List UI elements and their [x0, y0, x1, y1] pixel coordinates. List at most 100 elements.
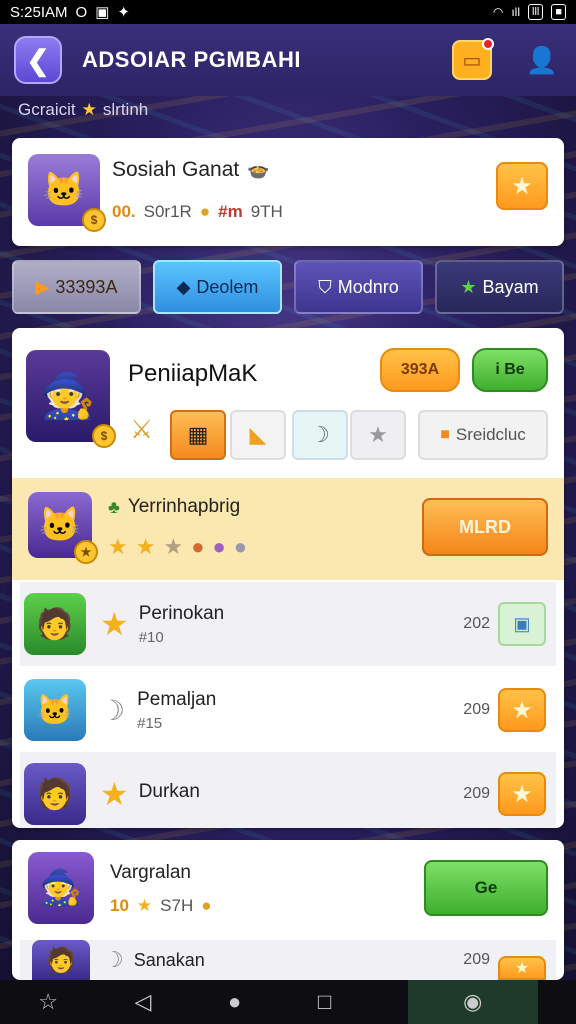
gem-icon: ◆	[176, 276, 191, 297]
featured-row[interactable]: 🐱 ★ ♣ Yerrinhapbrig ★ ★ ★ ● ● ● MLRD	[12, 478, 564, 580]
row-score: 209	[463, 951, 490, 968]
tab-bar: ▶ 33393A ◆ Deolem ⛉ Modnro ★ Bayam	[12, 260, 564, 314]
back-nav-icon[interactable]: ◁	[135, 989, 152, 1015]
profile-stat-3: 9TH	[250, 202, 283, 221]
bottom-green-button[interactable]: Ge	[424, 860, 548, 916]
row-sub: #15	[137, 714, 163, 732]
back-button[interactable]: ❮	[14, 36, 62, 84]
chest-icon: ▣	[513, 613, 531, 634]
app-nav-icon[interactable]: ◉	[407, 980, 538, 1024]
row-action-button[interactable]: ▣	[498, 602, 546, 646]
tab-1[interactable]: ▶ 33393A	[12, 260, 141, 314]
battery-icon: ■	[551, 4, 566, 20]
bottom-name: Vargralan	[110, 862, 191, 883]
jar-icon: ●	[233, 534, 248, 559]
wifi-icon: ◠	[492, 5, 504, 19]
list-item[interactable]: 🧑 ☽ Sanakan 209 ★	[20, 940, 556, 980]
notification-dot	[482, 38, 494, 50]
profile-button[interactable]: 👤	[522, 40, 562, 80]
box-icon: ■	[440, 426, 450, 443]
tab-3[interactable]: ⛉ Modnro	[294, 260, 423, 314]
clock: S:25IAM	[10, 3, 68, 21]
row-star-button[interactable]: ★	[498, 956, 546, 980]
star-icon: ★	[136, 896, 153, 915]
sword-icon[interactable]: ⚔	[130, 414, 153, 445]
row-avatar: 🧑	[32, 940, 90, 980]
home-nav-icon[interactable]: ●	[228, 989, 241, 1015]
star-nav-icon[interactable]: ☆	[38, 989, 58, 1015]
horns-icon: ☽	[310, 422, 330, 447]
profile-stat-2: #m	[218, 202, 243, 221]
horns-icon: ☽	[104, 947, 124, 972]
character-icon: 🧙	[40, 372, 96, 421]
profile-name: Sosiah Ganat	[112, 158, 240, 181]
chest-icon: ▦	[187, 422, 209, 447]
item-slot-chest[interactable]: ▦	[170, 410, 226, 460]
breadcrumb: Gcraicit ★ slrtinh	[18, 100, 148, 120]
star-icon: ★	[108, 534, 128, 559]
favorite-button[interactable]: ★	[496, 162, 548, 210]
cat-avatar-icon: 🐱	[42, 171, 86, 209]
profile-level: 00.	[112, 202, 136, 221]
breadcrumb-left[interactable]: Gcraicit	[18, 100, 76, 120]
star-icon: ★	[81, 100, 97, 119]
featured-button[interactable]: MLRD	[422, 498, 548, 556]
tab-4[interactable]: ★ Bayam	[435, 260, 564, 314]
item-slot-carrot[interactable]: ◣	[230, 410, 286, 460]
cat-avatar-icon: 🐱	[38, 506, 82, 544]
page-title: ADSOIAR PGMBAHI	[82, 47, 301, 72]
bottom-avatar[interactable]: 🧙	[28, 852, 94, 924]
list-item[interactable]: 🐱 ☽ Pemaljan #15 209 ★	[20, 668, 556, 752]
row-name: Sanakan	[133, 949, 205, 970]
hero-avatar-icon: 🧑	[36, 607, 74, 641]
tab-2[interactable]: ◆ Deolem	[153, 260, 282, 314]
notification-button[interactable]: ▭	[452, 38, 494, 80]
main-card: 🧙 $ PeniiapMaK 393A i Be ⚔ ▦ ◣ ☽ ★ ■ Sre…	[12, 328, 564, 828]
list-item[interactable]: 🧑 ★ Durkan 209 ★	[20, 752, 556, 828]
item-slot-horns[interactable]: ☽	[292, 410, 348, 460]
status-icon: ▣	[95, 4, 110, 21]
row-name: Perinokan	[138, 602, 225, 624]
action-button[interactable]: ■ Sreidcluc	[418, 410, 548, 460]
green-pill-label: i Be	[495, 361, 525, 378]
carrot-icon: ◣	[249, 422, 267, 447]
breadcrumb-right[interactable]: slrtinh	[103, 100, 148, 120]
star-icon: ★	[163, 534, 184, 559]
tab-label: Deolem	[196, 276, 259, 297]
item-slot-star[interactable]: ★	[350, 410, 406, 460]
bottom-card: 🧙 Vargralan 10 ★ S7H ● Ge 🧑 ☽ Sanakan 20…	[12, 840, 564, 980]
cat-avatar-icon: 🐱	[36, 693, 74, 727]
green-pill-button[interactable]: i Be	[472, 348, 548, 392]
coin-badge-icon: $	[82, 208, 106, 232]
sim-icon: lll	[528, 4, 544, 20]
list-item[interactable]: 🧑 ★ Perinokan #10 202 ▣	[20, 582, 556, 666]
row-score: 209	[463, 701, 490, 718]
status-bar: S:25IAM O ▣ ✦ ◠ ıll lll ■	[0, 0, 576, 24]
person-icon: 👤	[525, 44, 559, 75]
shield-icon: ⛉	[318, 276, 332, 297]
row-sub: #10	[138, 628, 164, 646]
row-avatar: 🐱	[24, 679, 86, 741]
row-name: Pemaljan	[137, 688, 217, 710]
action-label: Sreidcluc	[455, 425, 526, 444]
arrow-left-icon: ❮	[26, 44, 50, 76]
row-score: 209	[463, 785, 490, 802]
hero-avatar-icon: 🧑	[36, 777, 74, 811]
character-avatar[interactable]: 🧙 $	[26, 350, 116, 448]
row-avatar: 🧑	[24, 593, 86, 655]
recents-nav-icon[interactable]: □	[318, 989, 331, 1015]
profile-stat-1: S0r1R	[143, 202, 192, 221]
chat-icon: ▭	[462, 49, 482, 72]
star-icon: ★	[368, 422, 388, 447]
star-icon: ★	[100, 606, 129, 642]
bottom-button-label: Ge	[474, 878, 498, 897]
hero-avatar-icon: 🧙	[39, 869, 83, 907]
currency-pill-label: 393A	[400, 361, 440, 378]
profile-avatar[interactable]: 🐱 $	[28, 154, 106, 232]
currency-pill[interactable]: 393A	[380, 348, 460, 392]
row-star-button[interactable]: ★	[498, 688, 546, 732]
star-icon: ★	[511, 696, 533, 724]
tab-label: Bayam	[482, 276, 539, 297]
row-star-button[interactable]: ★	[498, 772, 546, 816]
play-icon: ▶	[35, 276, 50, 297]
